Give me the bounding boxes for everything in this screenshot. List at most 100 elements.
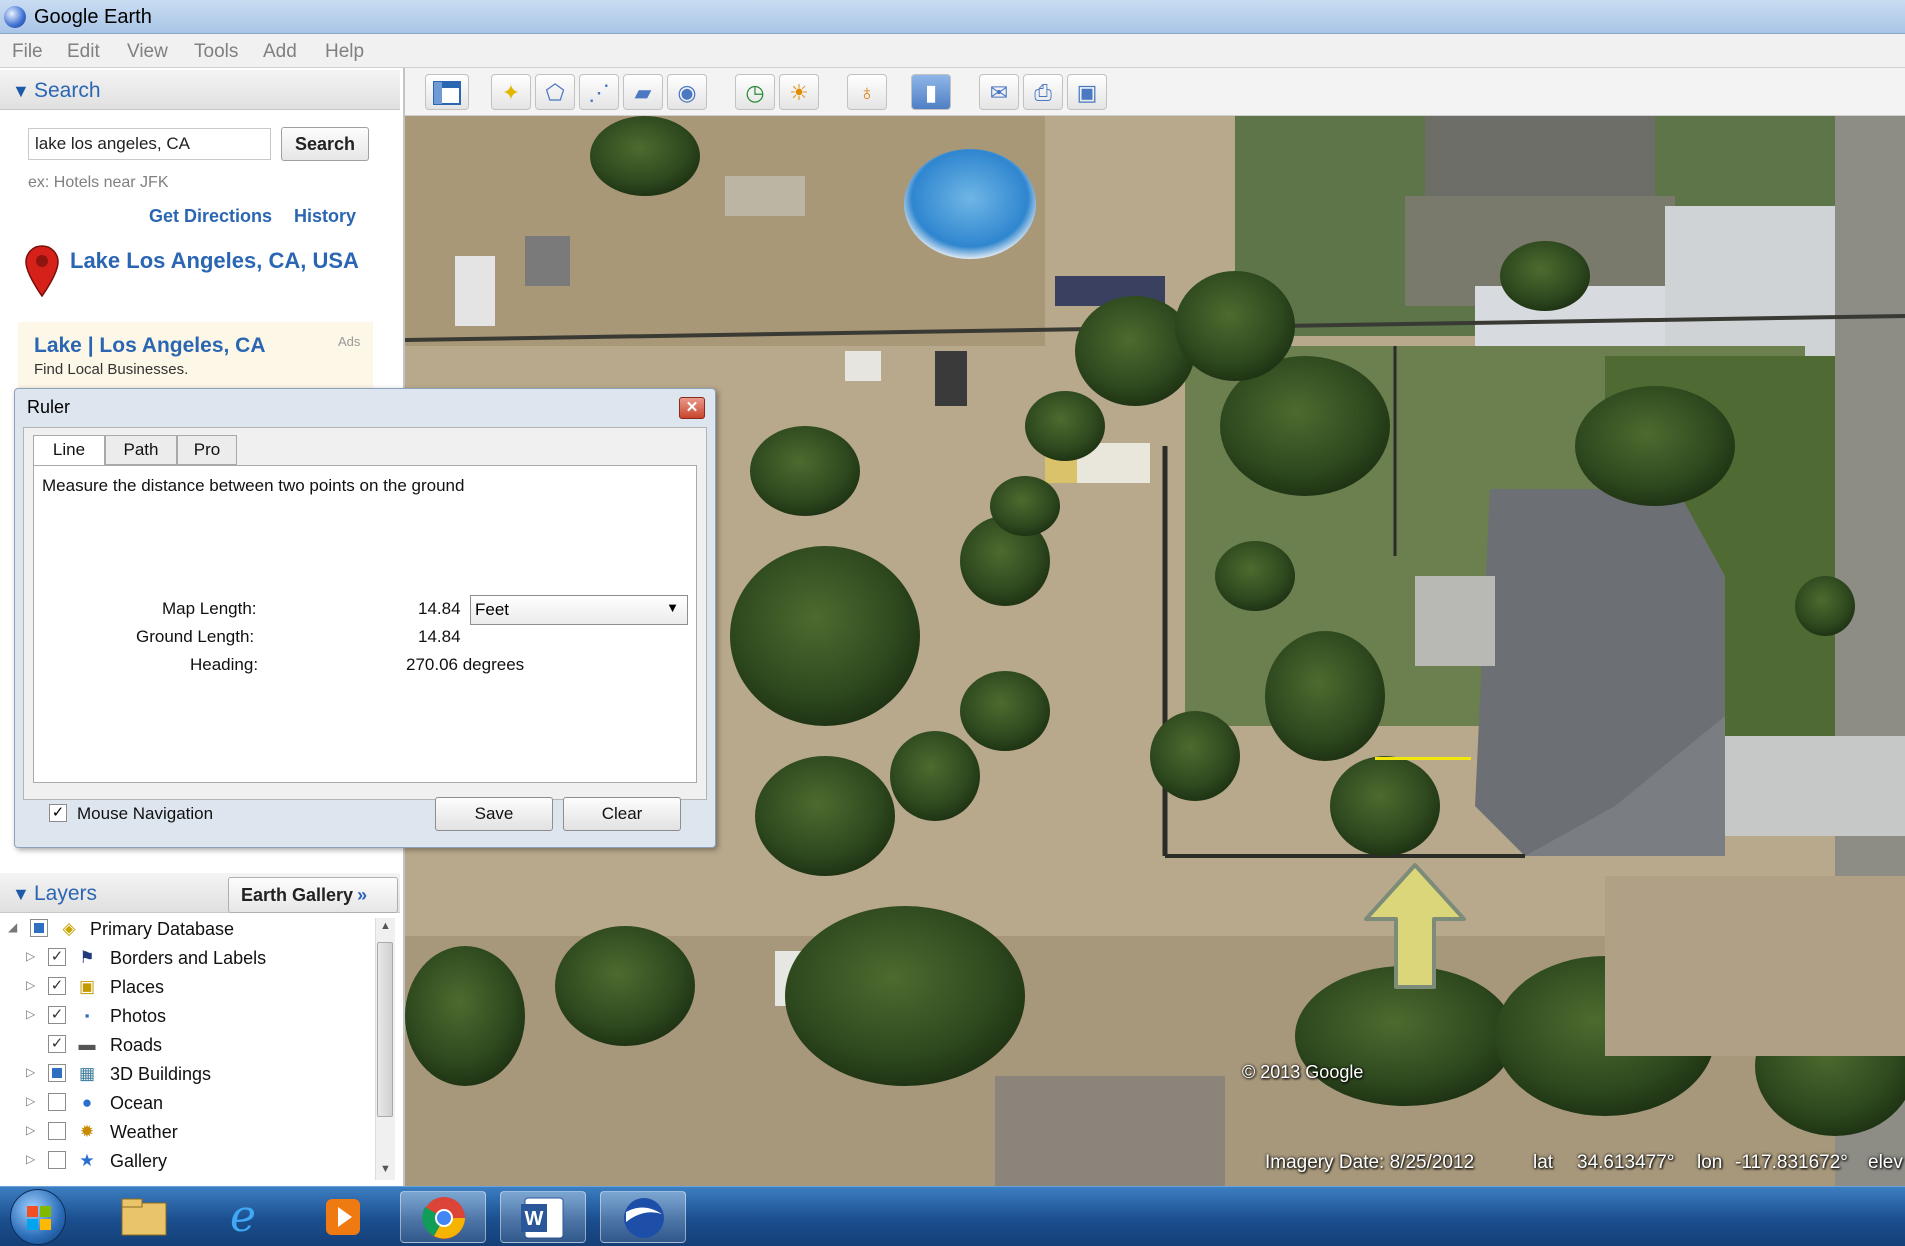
layers-scrollbar-thumb[interactable]: [377, 942, 393, 1117]
weather-icon: ✹: [79, 1122, 95, 1141]
layer-label: Borders and Labels: [110, 948, 267, 968]
photos-icon: ▪: [84, 1008, 90, 1023]
annotation-arrow-icon: [1364, 863, 1466, 989]
path-icon[interactable]: ⋰: [579, 74, 619, 110]
layer-checkbox[interactable]: [48, 1122, 66, 1140]
menu-file[interactable]: File: [12, 41, 43, 63]
ruler-dialog: Ruler ✕ Line Path Pro Measure the distan…: [14, 388, 716, 848]
lat-label: lat: [1533, 1152, 1554, 1173]
collapse-triangle-icon[interactable]: ▼: [12, 884, 30, 905]
google-earth-taskbar-icon[interactable]: [600, 1191, 686, 1243]
menu-edit[interactable]: Edit: [67, 41, 100, 63]
database-icon: ◈: [62, 919, 76, 938]
layers-panel-title: Layers: [34, 882, 98, 905]
record-tour-icon[interactable]: ◉: [667, 74, 707, 110]
menu-tools[interactable]: Tools: [194, 41, 238, 63]
mouse-navigation-checkbox[interactable]: ✓: [49, 804, 67, 822]
menu-view[interactable]: View: [127, 41, 168, 63]
layer-checkbox[interactable]: ✓: [48, 1006, 66, 1024]
layer-checkbox[interactable]: ✓: [48, 1035, 66, 1053]
save-image-icon[interactable]: ▣: [1067, 74, 1107, 110]
sidebar-toggle-icon[interactable]: [425, 74, 469, 110]
expander-icon[interactable]: ▷: [26, 1065, 35, 1079]
layer-borders-and-labels[interactable]: ▷ ✓ ⚑ Borders and Labels: [0, 945, 380, 973]
layer-checkbox[interactable]: [30, 919, 48, 937]
unit-select[interactable]: Feet ▼: [470, 595, 688, 625]
layer-gallery[interactable]: ▷ ★ Gallery: [0, 1148, 380, 1176]
expander-icon[interactable]: ▷: [26, 1094, 35, 1108]
tab-pro[interactable]: Pro: [177, 435, 237, 465]
menu-bar: File Edit View Tools Add Help: [0, 34, 1905, 68]
ruler-icon[interactable]: ▮: [911, 74, 951, 110]
save-button[interactable]: Save: [435, 797, 553, 831]
sunlight-icon[interactable]: ☀: [779, 74, 819, 110]
menu-help[interactable]: Help: [325, 41, 364, 63]
search-result-title[interactable]: Lake Los Angeles, CA, USA: [70, 248, 359, 274]
internet-explorer-icon[interactable]: e: [200, 1191, 286, 1243]
mouse-navigation-label: Mouse Navigation: [77, 804, 214, 823]
placemark-icon[interactable]: ✦: [491, 74, 531, 110]
email-icon[interactable]: ✉: [979, 74, 1019, 110]
taskbar: e W: [0, 1186, 1905, 1246]
word-icon[interactable]: W: [500, 1191, 586, 1243]
layer-photos[interactable]: ▷ ✓ ▪ Photos: [0, 1003, 380, 1031]
expander-icon[interactable]: ◢: [8, 920, 17, 934]
layer-checkbox[interactable]: ✓: [48, 948, 66, 966]
search-panel-header[interactable]: ▼ Search: [0, 70, 400, 110]
ruler-dialog-title: Ruler: [27, 397, 71, 417]
layer-label: Weather: [110, 1122, 178, 1142]
window-title-bar[interactable]: Google Earth: [0, 0, 1905, 34]
layers-tree: ◢ ◈ Primary Database ▷ ✓ ⚑ Borders and L…: [0, 916, 375, 1186]
search-input[interactable]: [28, 128, 271, 160]
tab-path[interactable]: Path: [105, 435, 177, 465]
places-icon: ▣: [78, 977, 96, 996]
layer-ocean[interactable]: ▷ ● Ocean: [0, 1090, 380, 1118]
window-title: Google Earth: [34, 6, 152, 28]
ad-title[interactable]: Lake | Los Angeles, CA: [34, 334, 266, 358]
polygon-icon[interactable]: ⬠: [535, 74, 575, 110]
overlay-icon[interactable]: ▰: [623, 74, 663, 110]
layer-checkbox[interactable]: [48, 1151, 66, 1169]
lon-label: lon: [1697, 1152, 1723, 1173]
chevron-down-icon: ▼: [666, 600, 679, 615]
collapse-triangle-icon[interactable]: ▼: [12, 81, 30, 102]
expander-icon[interactable]: ▷: [26, 978, 35, 992]
windows-start-icon[interactable]: [10, 1189, 66, 1245]
layer-3d-buildings[interactable]: ▷ ▦ 3D Buildings: [0, 1061, 380, 1089]
expander-icon[interactable]: ▷: [26, 1152, 35, 1166]
get-directions-link[interactable]: Get Directions: [149, 206, 272, 227]
layer-checkbox[interactable]: [48, 1093, 66, 1111]
ground-length-value: 14.84: [418, 627, 461, 646]
historical-imagery-icon[interactable]: ◷: [735, 74, 775, 110]
layer-checkbox[interactable]: ✓: [48, 977, 66, 995]
layer-places[interactable]: ▷ ✓ ▣ Places: [0, 974, 380, 1002]
layer-label: Roads: [110, 1035, 163, 1055]
layer-primary-database[interactable]: ◢ ◈ Primary Database: [0, 916, 380, 944]
search-hint: ex: Hotels near JFK: [28, 174, 169, 191]
expander-icon[interactable]: ▷: [26, 1007, 35, 1021]
layer-checkbox[interactable]: [48, 1064, 66, 1082]
scroll-up-icon[interactable]: ▲: [380, 920, 391, 932]
layer-weather[interactable]: ▷ ✹ Weather: [0, 1119, 380, 1147]
elev-label: elev: [1868, 1152, 1903, 1173]
chrome-icon[interactable]: [400, 1191, 486, 1243]
scroll-down-icon[interactable]: ▼: [380, 1163, 391, 1175]
planets-icon[interactable]: ♁: [847, 74, 887, 110]
tab-line[interactable]: Line: [33, 435, 105, 467]
expander-icon[interactable]: ▷: [26, 949, 35, 963]
expander-icon[interactable]: ▷: [26, 1123, 35, 1137]
search-button[interactable]: Search: [281, 127, 369, 161]
file-explorer-icon[interactable]: [100, 1191, 186, 1243]
roads-icon: ▬: [78, 1035, 96, 1054]
media-player-icon[interactable]: [300, 1191, 386, 1243]
clear-button[interactable]: Clear: [563, 797, 681, 831]
close-icon[interactable]: ✕: [679, 397, 705, 419]
google-earth-icon: [4, 6, 26, 28]
earth-gallery-button[interactable]: Earth Gallery»: [228, 877, 398, 913]
double-chevron-icon: »: [357, 885, 368, 905]
layer-roads[interactable]: ✓ ▬ Roads: [0, 1032, 380, 1060]
unit-select-value: Feet: [475, 600, 510, 619]
history-link[interactable]: History: [294, 206, 356, 227]
menu-add[interactable]: Add: [263, 41, 297, 63]
print-icon[interactable]: ⎙: [1023, 74, 1063, 110]
